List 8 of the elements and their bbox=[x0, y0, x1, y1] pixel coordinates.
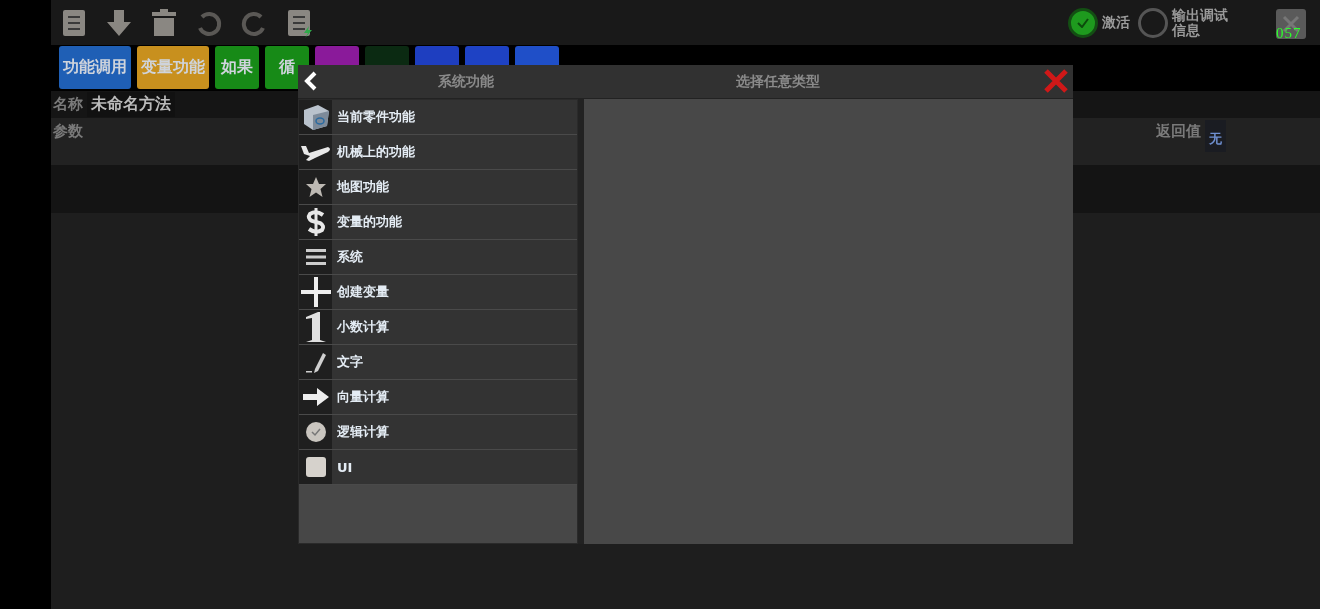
debug-label: 输出调试信息 bbox=[1172, 7, 1228, 38]
fps-counter: 057 bbox=[1276, 24, 1302, 42]
params-label: 参数 bbox=[53, 122, 83, 141]
active-label: 激活 bbox=[1102, 13, 1130, 32]
dialog-title: 选择任意类型 bbox=[736, 72, 820, 91]
return-label: 返回值 bbox=[1156, 122, 1201, 141]
name-label: 名称 bbox=[53, 95, 83, 114]
dialog-title: 系统功能 bbox=[438, 72, 494, 91]
